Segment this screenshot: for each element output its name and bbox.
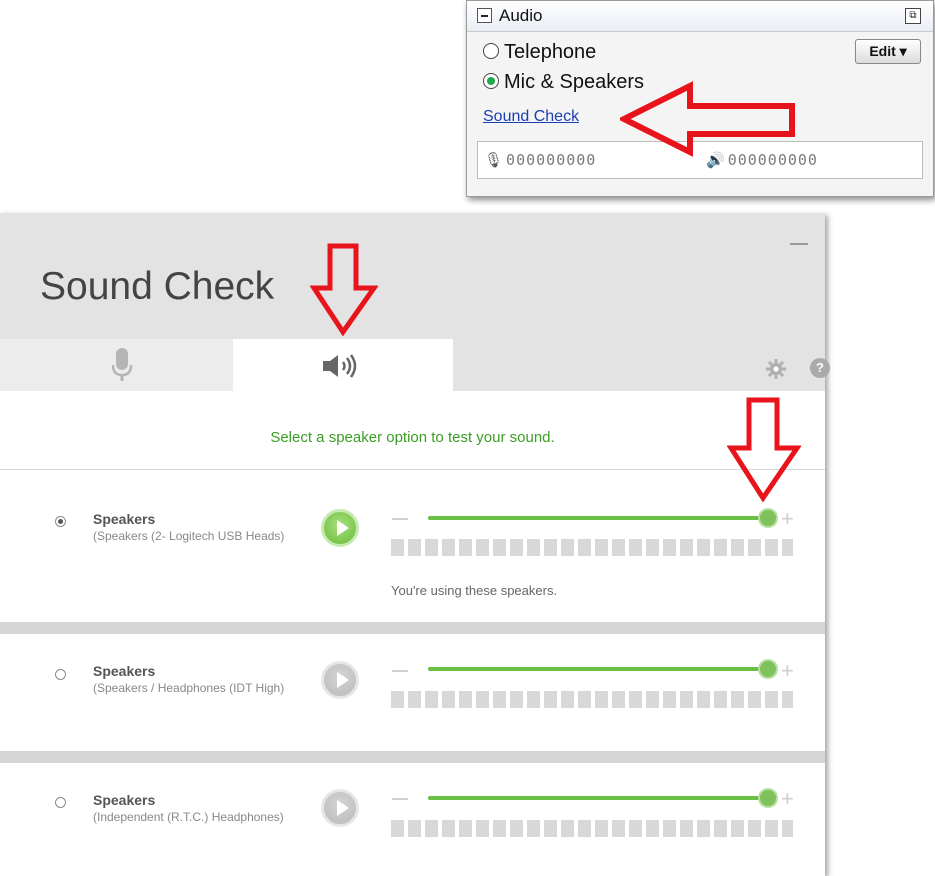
annotation-arrow-down: [310, 243, 378, 336]
speaker-option-1-description: (Speakers (2- Logitech USB Heads): [93, 529, 285, 543]
section-separator: [0, 622, 825, 634]
volume-slider-fill: [428, 516, 768, 520]
speaker-option-3-description: (Independent (R.T.C.) Headphones): [93, 810, 284, 824]
sound-level-meter: [391, 539, 793, 556]
volume-slider[interactable]: [428, 510, 776, 526]
minimize-button[interactable]: [790, 243, 808, 245]
telephone-option[interactable]: Telephone: [483, 41, 596, 64]
speaker-option-2-radio[interactable]: [55, 669, 66, 680]
volume-down-icon[interactable]: [392, 518, 408, 520]
speaker-option-1-radio[interactable]: [55, 516, 66, 527]
speaker-option-1-name: Speakers: [93, 511, 156, 527]
volume-up-icon[interactable]: +: [781, 788, 794, 810]
tab-microphone[interactable]: [0, 339, 233, 391]
speaker-option-2-name: Speakers: [93, 663, 156, 679]
audio-panel-title: Audio: [499, 6, 543, 25]
audio-panel-header: Audio ⧉: [467, 1, 933, 32]
annotation-arrow-down: [727, 397, 801, 502]
section-separator: [0, 751, 825, 763]
volume-down-icon[interactable]: [392, 798, 408, 800]
speaker-option-3-name: Speakers: [93, 792, 156, 808]
volume-slider[interactable]: [428, 661, 776, 677]
mic-speakers-radio[interactable]: [483, 73, 499, 89]
mic-meter-value: 000000000: [506, 151, 597, 169]
telephone-label: Telephone: [504, 41, 597, 63]
speaker-option-3-radio[interactable]: [55, 797, 66, 808]
volume-down-icon[interactable]: [392, 670, 408, 672]
play-button[interactable]: [321, 509, 359, 547]
microphone-icon: 🎙: [484, 151, 505, 169]
volume-slider-knob[interactable]: [760, 661, 776, 677]
play-button[interactable]: [321, 661, 359, 699]
collapse-icon[interactable]: [477, 8, 492, 23]
sound-level-meter: [391, 820, 793, 837]
annotation-arrow-left: [620, 81, 795, 157]
sound-check-window: Sound Check ? Select a speaker option to…: [0, 213, 830, 876]
play-button[interactable]: [321, 789, 359, 827]
volume-slider[interactable]: [428, 790, 776, 806]
volume-up-icon[interactable]: +: [781, 660, 794, 682]
speaker-icon: [323, 354, 357, 378]
mic-level-meter: 🎙 000000000: [484, 151, 596, 169]
volume-up-icon[interactable]: +: [781, 508, 794, 530]
microphone-icon: [111, 348, 133, 381]
volume-slider-fill: [428, 667, 768, 671]
volume-slider-fill: [428, 796, 768, 800]
divider: [0, 469, 825, 470]
speaker-option-2-description: (Speakers / Headphones (IDT High): [93, 681, 285, 695]
sound-level-meter: [391, 691, 793, 708]
speaker-status-text: You're using these speakers.: [391, 583, 558, 598]
volume-slider-knob[interactable]: [760, 510, 776, 526]
sound-check-header: Sound Check: [0, 213, 825, 339]
popout-icon[interactable]: ⧉: [905, 8, 921, 24]
instruction-text: Select a speaker option to test your sou…: [270, 429, 555, 446]
gear-icon[interactable]: [766, 359, 786, 379]
edit-button[interactable]: Edit ▾: [855, 39, 921, 64]
tab-speaker[interactable]: [233, 339, 453, 391]
sound-check-link[interactable]: Sound Check: [483, 108, 579, 126]
help-icon[interactable]: ?: [810, 358, 830, 378]
page-title: Sound Check: [40, 265, 275, 308]
telephone-radio[interactable]: [483, 43, 499, 59]
volume-slider-knob[interactable]: [760, 790, 776, 806]
